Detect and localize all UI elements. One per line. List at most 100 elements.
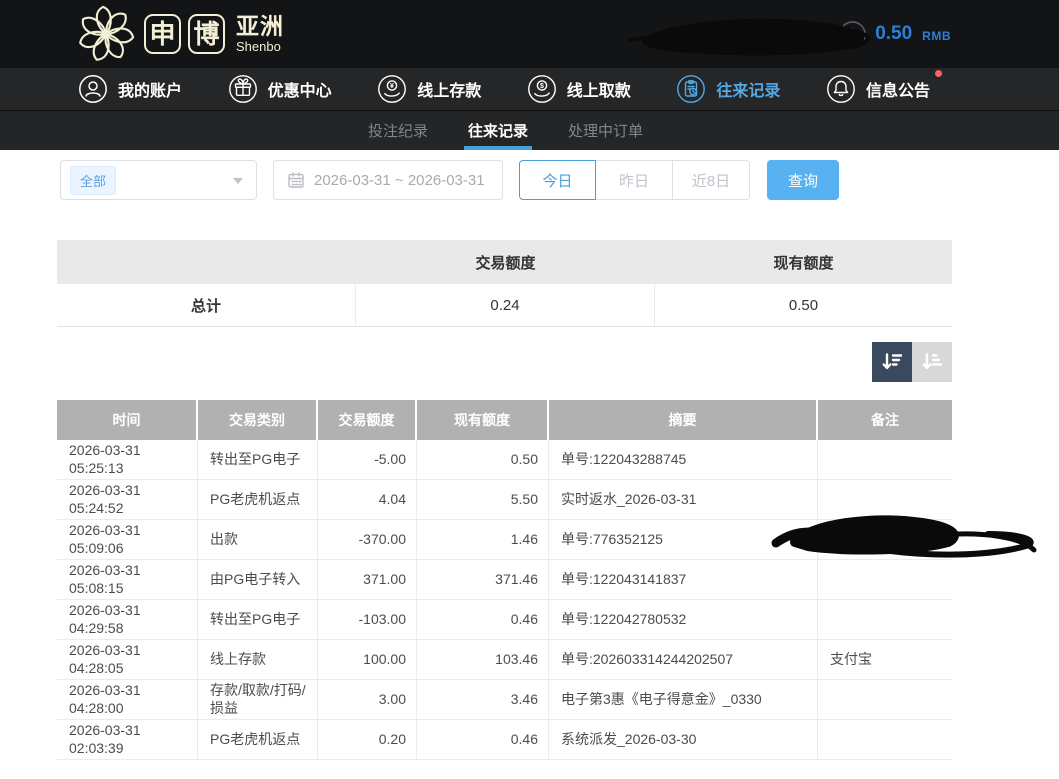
cell-type: 由PG电子转入 bbox=[198, 560, 318, 600]
nav-item-announcements[interactable]: 信息公告 bbox=[826, 74, 930, 104]
summary-header-empty bbox=[57, 240, 356, 284]
tab-betting-records[interactable]: 投注纪录 bbox=[364, 111, 432, 150]
cell-amount: 4.04 bbox=[318, 480, 417, 520]
site-logo[interactable]: 申 博 亚洲 Shenbo bbox=[75, 0, 284, 68]
column-header-amount: 交易额度 bbox=[318, 400, 417, 440]
cell-type: PG老虎机返点 bbox=[198, 720, 318, 760]
balance-currency: RMB bbox=[922, 29, 951, 43]
gift-icon bbox=[228, 74, 258, 104]
cell-remark bbox=[818, 520, 952, 560]
chevron-down-icon bbox=[233, 178, 243, 184]
cell-summary: 单号:122043141837 bbox=[549, 560, 818, 600]
cell-summary: 单号:202603314244202507 bbox=[549, 640, 818, 680]
cell-time: 2026-03-31 04:28:05 bbox=[57, 640, 198, 680]
date-range-input[interactable]: 2026-03-31 ~ 2026-03-31 bbox=[273, 160, 503, 200]
cell-summary: 实时返水_2026-03-31 bbox=[549, 480, 818, 520]
sort-toolbar bbox=[872, 342, 952, 382]
cell-summary: 系统派发_2026-03-30 bbox=[549, 720, 818, 760]
quick-date-button-group: 今日 昨日 近8日 bbox=[519, 160, 750, 200]
top-header-bar: 申 博 亚洲 Shenbo 0.50 RMB bbox=[0, 0, 1059, 68]
sort-descending-button[interactable] bbox=[872, 342, 912, 382]
cell-type: 线上存款 bbox=[198, 640, 318, 680]
cell-summary: 单号:776352125 bbox=[549, 520, 818, 560]
cell-amount: -370.00 bbox=[318, 520, 417, 560]
cell-time: 2026-03-31 05:09:06 bbox=[57, 520, 198, 560]
tab-transaction-records[interactable]: 往来记录 bbox=[464, 111, 532, 150]
cell-type: PG老虎机返点 bbox=[198, 480, 318, 520]
notification-badge bbox=[935, 70, 942, 77]
withdraw-icon: $ bbox=[527, 74, 557, 104]
summary-total-label: 总计 bbox=[57, 284, 356, 327]
cell-summary: 电子第3惠《电子得意金》_0330 bbox=[549, 680, 818, 720]
cell-remark bbox=[818, 600, 952, 640]
sort-ascending-button[interactable] bbox=[912, 342, 952, 382]
yesterday-button[interactable]: 昨日 bbox=[596, 160, 673, 200]
column-header-balance: 现有额度 bbox=[417, 400, 549, 440]
date-range-value: 2026-03-31 ~ 2026-03-31 bbox=[314, 172, 485, 189]
cell-time: 2026-03-31 04:28:00 bbox=[57, 680, 198, 720]
cell-remark bbox=[818, 680, 952, 720]
summary-header-transaction: 交易额度 bbox=[356, 240, 655, 284]
cell-amount: 371.00 bbox=[318, 560, 417, 600]
nav-item-transaction-records[interactable]: 往来记录 bbox=[676, 74, 780, 104]
main-navigation: 我的账户 优惠中心 ¥ 线上存款 bbox=[0, 68, 1059, 111]
cell-time: 2026-03-31 05:25:13 bbox=[57, 440, 198, 480]
cell-type: 转出至PG电子 bbox=[198, 440, 318, 480]
transaction-records-page: 申 博 亚洲 Shenbo 0.50 RMB 我的账户 bbox=[0, 0, 1059, 779]
cell-balance: 5.50 bbox=[417, 480, 549, 520]
selected-type-chip[interactable]: 全部 bbox=[70, 166, 116, 195]
column-header-remark: 备注 bbox=[818, 400, 952, 440]
cell-remark bbox=[818, 720, 952, 760]
summary-total-balance: 0.50 bbox=[655, 284, 952, 327]
column-header-summary: 摘要 bbox=[549, 400, 818, 440]
logo-region-text: 亚洲 Shenbo bbox=[236, 14, 284, 54]
cell-balance: 0.46 bbox=[417, 600, 549, 640]
last-8-days-button[interactable]: 近8日 bbox=[673, 160, 750, 200]
cell-remark bbox=[818, 440, 952, 480]
nav-item-promotions[interactable]: 优惠中心 bbox=[228, 74, 332, 104]
sub-navigation: 投注纪录 往来记录 处理中订单 bbox=[0, 111, 1059, 150]
search-button[interactable]: 查询 bbox=[767, 160, 839, 200]
refresh-balance-icon[interactable] bbox=[838, 20, 867, 49]
cell-balance: 1.46 bbox=[417, 520, 549, 560]
cell-balance: 0.46 bbox=[417, 720, 549, 760]
cell-amount: 100.00 bbox=[318, 640, 417, 680]
cell-type: 出款 bbox=[198, 520, 318, 560]
calendar-icon bbox=[287, 171, 305, 189]
column-header-type: 交易类别 bbox=[198, 400, 318, 440]
tab-pending-orders[interactable]: 处理中订单 bbox=[564, 111, 647, 150]
today-button[interactable]: 今日 bbox=[519, 160, 596, 200]
cell-amount: -5.00 bbox=[318, 440, 417, 480]
cell-time: 2026-03-31 05:24:52 bbox=[57, 480, 198, 520]
cell-balance: 3.46 bbox=[417, 680, 549, 720]
sort-ascending-icon bbox=[920, 350, 944, 374]
svg-text:¥: ¥ bbox=[390, 83, 394, 90]
records-icon bbox=[676, 74, 706, 104]
flower-logo-icon bbox=[75, 4, 137, 64]
column-header-time: 时间 bbox=[57, 400, 198, 440]
cell-amount: 0.20 bbox=[318, 720, 417, 760]
balance-amount: 0.50 bbox=[875, 23, 912, 45]
user-icon bbox=[78, 74, 108, 104]
hidden-account-icon bbox=[684, 23, 712, 51]
cell-balance: 103.46 bbox=[417, 640, 549, 680]
summary-table: 交易额度 现有额度 总计 0.24 0.50 bbox=[57, 240, 952, 327]
cell-amount: 3.00 bbox=[318, 680, 417, 720]
sort-descending-icon bbox=[880, 350, 904, 374]
cell-type: 存款/取款/打码/损益 bbox=[198, 680, 318, 720]
bell-icon bbox=[826, 74, 856, 104]
cell-amount: -103.00 bbox=[318, 600, 417, 640]
logo-char-box: 申 bbox=[144, 14, 181, 54]
svg-text:$: $ bbox=[540, 83, 544, 90]
transaction-type-select[interactable]: 全部 bbox=[60, 160, 257, 200]
deposit-icon: ¥ bbox=[377, 74, 407, 104]
nav-item-online-deposit[interactable]: ¥ 线上存款 bbox=[377, 74, 481, 104]
summary-total-transaction: 0.24 bbox=[356, 284, 655, 327]
nav-item-my-account[interactable]: 我的账户 bbox=[78, 74, 182, 104]
balance-area: 0.50 RMB bbox=[838, 0, 951, 68]
cell-balance: 371.46 bbox=[417, 560, 549, 600]
cell-remark bbox=[818, 560, 952, 600]
cell-summary: 单号:122042780532 bbox=[549, 600, 818, 640]
nav-item-online-withdrawal[interactable]: $ 线上取款 bbox=[527, 74, 631, 104]
summary-header-balance: 现有额度 bbox=[655, 240, 952, 284]
